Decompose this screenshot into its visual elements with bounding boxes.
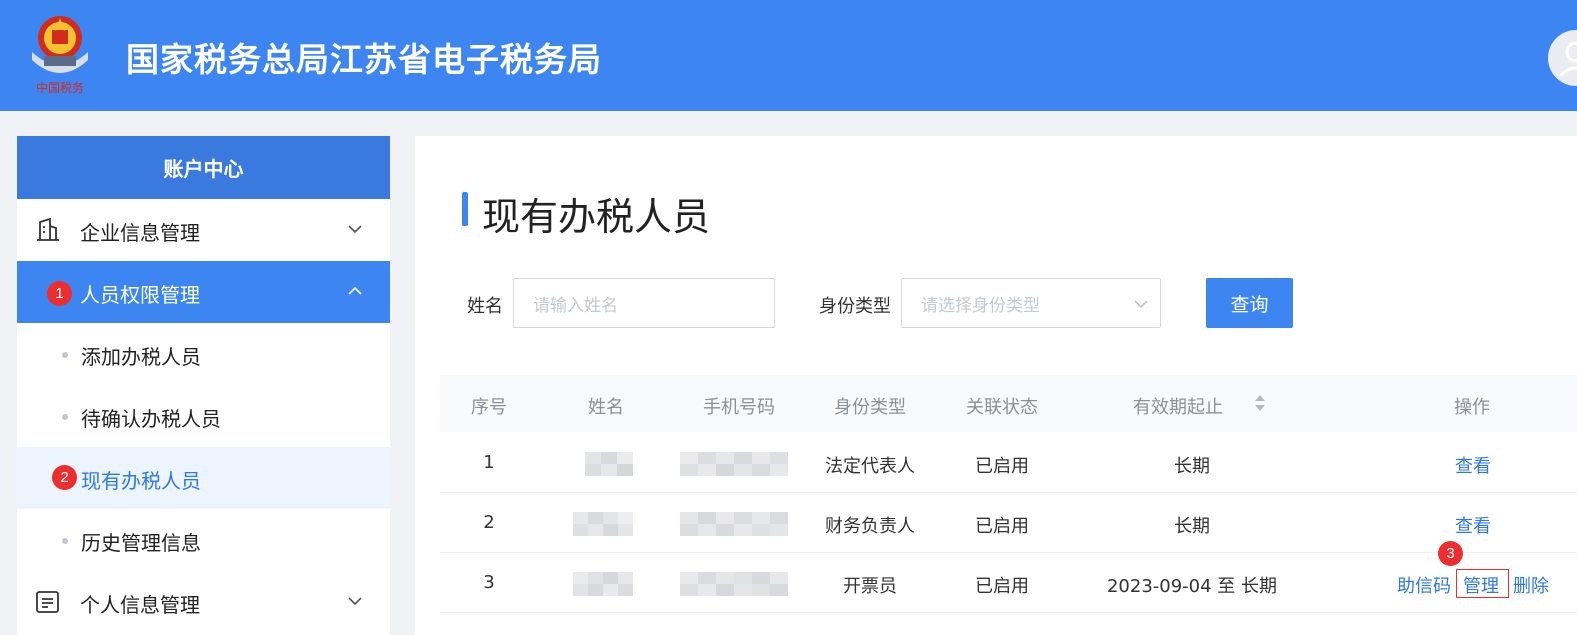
table-row: 3 开票员 已启用 2023-09-04 至 长期 3 助信码 管理 删除 <box>440 541 1577 613</box>
type-select-placeholder: 请选择身份类型 <box>921 295 1040 316</box>
cell-identity-type: 财务负责人 <box>825 516 915 537</box>
page-title: 现有办税人员 <box>482 195 711 239</box>
cell-validity: 长期 <box>1174 456 1210 477</box>
step-badge: 2 <box>52 465 77 490</box>
logo-caption: 中国税务 <box>36 80 84 95</box>
top-header: 中国税务 国家税务总局江苏省电子税务局 <box>0 0 1577 111</box>
submenu-pending-tax-staff[interactable]: 待确认办税人员 <box>17 385 390 447</box>
id-card-icon <box>36 591 59 613</box>
step-badge: 1 <box>47 281 72 306</box>
col-index: 序号 <box>471 397 507 418</box>
cell-link-status: 已启用 <box>975 576 1029 597</box>
cell-index: 2 <box>483 512 495 533</box>
col-link-status: 关联状态 <box>966 397 1038 418</box>
col-name: 姓名 <box>588 397 624 418</box>
cell-validity: 长期 <box>1174 516 1210 537</box>
bullet-dot <box>62 538 68 544</box>
type-filter-label: 身份类型 <box>819 296 891 317</box>
table-row: 1 法定代表人 已启用 长期 查看 <box>440 433 1577 493</box>
col-identity-type: 身份类型 <box>834 397 906 418</box>
building-icon <box>37 218 59 241</box>
step-badge: 3 <box>1438 541 1463 566</box>
main-panel: 现有办税人员 姓名 请输入姓名 身份类型 请选择身份类型 查询 序号 姓名 手机… <box>415 136 1577 635</box>
sidebar-title: 账户中心 <box>17 136 390 199</box>
menu-enterprise-info[interactable]: 企业信息管理 <box>17 199 390 261</box>
cell-index: 3 <box>483 572 495 593</box>
identity-type-select[interactable]: 请选择身份类型 <box>901 278 1161 328</box>
tax-emblem-logo: 中国税务 <box>32 16 88 95</box>
submenu-history-info[interactable]: 历史管理信息 <box>17 509 390 571</box>
table-header: 序号 姓名 手机号码 身份类型 关联状态 有效期起止 操作 <box>440 375 1577 432</box>
masked-phone <box>680 572 788 596</box>
chevron-up-icon <box>348 286 362 295</box>
chevron-down-icon <box>348 597 362 606</box>
query-button[interactable]: 查询 <box>1206 278 1293 328</box>
col-phone: 手机号码 <box>703 397 775 418</box>
bullet-dot <box>62 352 68 358</box>
submenu-add-tax-staff[interactable]: 添加办税人员 <box>17 323 390 385</box>
delete-link[interactable]: 删除 <box>1513 572 1549 598</box>
helper-code-link[interactable]: 助信码 <box>1397 572 1451 598</box>
cell-identity-type: 法定代表人 <box>825 456 915 477</box>
name-input-placeholder: 请输入姓名 <box>533 295 618 316</box>
user-icon <box>1558 41 1577 78</box>
view-link[interactable]: 查看 <box>1455 452 1491 478</box>
cell-link-status: 已启用 <box>975 456 1029 477</box>
masked-phone <box>680 512 788 536</box>
submenu-label: 添加办税人员 <box>81 345 201 369</box>
masked-name <box>573 572 633 596</box>
name-filter-label: 姓名 <box>467 296 503 317</box>
account-center-sidebar: 账户中心 企业信息管理 1 人员权限管理 添加办税人员 待确认办税人员 2 现有… <box>17 136 390 635</box>
submenu-current-tax-staff[interactable]: 2 现有办税人员 <box>17 447 390 509</box>
cell-link-status: 已启用 <box>975 516 1029 537</box>
cell-index: 1 <box>483 452 495 473</box>
col-validity[interactable]: 有效期起止 <box>1133 393 1223 419</box>
masked-name <box>573 512 633 536</box>
site-title: 国家税务总局江苏省电子税务局 <box>126 40 602 79</box>
title-accent-bar <box>462 192 468 226</box>
menu-personnel-permissions[interactable]: 1 人员权限管理 <box>17 261 390 323</box>
submenu-label: 现有办税人员 <box>81 469 201 493</box>
masked-phone <box>680 452 788 476</box>
user-avatar[interactable] <box>1548 30 1577 86</box>
cell-identity-type: 开票员 <box>843 576 897 597</box>
masked-name <box>585 452 633 476</box>
submenu-label: 待确认办税人员 <box>81 407 221 431</box>
chevron-down-icon <box>1134 300 1148 308</box>
manage-link[interactable]: 管理 <box>1463 572 1499 598</box>
menu-personal-info[interactable]: 个人信息管理 <box>17 571 390 633</box>
menu-label: 个人信息管理 <box>80 593 200 617</box>
submenu-label: 历史管理信息 <box>81 531 201 555</box>
col-operations: 操作 <box>1454 397 1490 418</box>
sort-icon[interactable] <box>1254 393 1266 413</box>
view-link[interactable]: 查看 <box>1455 512 1491 538</box>
table-row: 2 财务负责人 已启用 长期 查看 <box>440 493 1577 553</box>
name-search-input[interactable]: 请输入姓名 <box>513 278 775 328</box>
cell-validity: 2023-09-04 至 长期 <box>1106 576 1278 597</box>
menu-label: 企业信息管理 <box>80 221 200 245</box>
menu-label: 人员权限管理 <box>80 283 200 307</box>
bullet-dot <box>62 414 68 420</box>
chevron-down-icon <box>348 225 362 234</box>
